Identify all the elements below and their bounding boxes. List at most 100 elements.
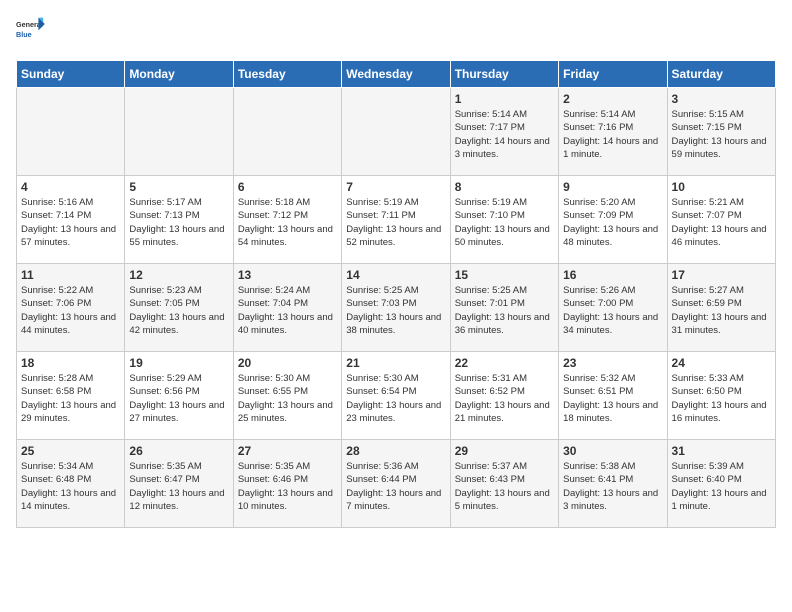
day-number: 28: [346, 444, 445, 458]
day-info: Sunrise: 5:33 AM Sunset: 6:50 PM Dayligh…: [672, 372, 771, 425]
calendar-cell: [17, 88, 125, 176]
svg-text:Blue: Blue: [16, 30, 32, 39]
day-number: 1: [455, 92, 554, 106]
day-number: 18: [21, 356, 120, 370]
day-number: 27: [238, 444, 337, 458]
day-number: 6: [238, 180, 337, 194]
day-info: Sunrise: 5:22 AM Sunset: 7:06 PM Dayligh…: [21, 284, 120, 337]
day-info: Sunrise: 5:30 AM Sunset: 6:54 PM Dayligh…: [346, 372, 445, 425]
day-number: 4: [21, 180, 120, 194]
day-info: Sunrise: 5:14 AM Sunset: 7:17 PM Dayligh…: [455, 108, 554, 161]
calendar-cell: 13Sunrise: 5:24 AM Sunset: 7:04 PM Dayli…: [233, 264, 341, 352]
day-number: 21: [346, 356, 445, 370]
day-info: Sunrise: 5:18 AM Sunset: 7:12 PM Dayligh…: [238, 196, 337, 249]
day-number: 12: [129, 268, 228, 282]
calendar-cell: [233, 88, 341, 176]
calendar-cell: 16 Sunrise: 5:26 AM Sunset: 7:00 PM Dayli…: [559, 264, 667, 352]
day-number: 30: [563, 444, 662, 458]
day-number: 3: [672, 92, 771, 106]
calendar-cell: 12 Sunrise: 5:23 AM Sunset: 7:05 PM Dayli…: [125, 264, 233, 352]
day-info: Sunrise: 5:36 AM Sunset: 6:44 PM Dayligh…: [346, 460, 445, 513]
calendar-cell: 27 Sunrise: 5:35 AM Sunset: 6:46 PM Dayli…: [233, 440, 341, 528]
calendar-cell: 11 Sunrise: 5:22 AM Sunset: 7:06 PM Dayli…: [17, 264, 125, 352]
day-number: 10: [672, 180, 771, 194]
logo-icon: GeneralBlue: [16, 16, 48, 48]
calendar-cell: 2 Sunrise: 5:14 AM Sunset: 7:16 PM Daylig…: [559, 88, 667, 176]
day-header-tuesday: Tuesday: [233, 61, 341, 88]
week-row-3: 11 Sunrise: 5:22 AM Sunset: 7:06 PM Dayli…: [17, 264, 776, 352]
calendar-cell: 20Sunrise: 5:30 AM Sunset: 6:55 PM Dayli…: [233, 352, 341, 440]
calendar-cell: 25Sunrise: 5:34 AM Sunset: 6:48 PM Dayli…: [17, 440, 125, 528]
day-info: Sunrise: 5:30 AM Sunset: 6:55 PM Dayligh…: [238, 372, 337, 425]
week-row-5: 25Sunrise: 5:34 AM Sunset: 6:48 PM Dayli…: [17, 440, 776, 528]
day-info: Sunrise: 5:23 AM Sunset: 7:05 PM Dayligh…: [129, 284, 228, 337]
calendar-cell: 31Sunrise: 5:39 AM Sunset: 6:40 PM Dayli…: [667, 440, 775, 528]
day-info: Sunrise: 5:34 AM Sunset: 6:48 PM Dayligh…: [21, 460, 120, 513]
day-number: 7: [346, 180, 445, 194]
day-info: Sunrise: 5:35 AM Sunset: 6:46 PM Dayligh…: [238, 460, 337, 513]
day-number: 23: [563, 356, 662, 370]
calendar-cell: [125, 88, 233, 176]
day-header-sunday: Sunday: [17, 61, 125, 88]
day-info: Sunrise: 5:15 AM Sunset: 7:15 PM Dayligh…: [672, 108, 771, 161]
day-info: Sunrise: 5:21 AM Sunset: 7:07 PM Dayligh…: [672, 196, 771, 249]
day-number: 19: [129, 356, 228, 370]
day-header-wednesday: Wednesday: [342, 61, 450, 88]
calendar-cell: 9 Sunrise: 5:20 AM Sunset: 7:09 PM Daylig…: [559, 176, 667, 264]
day-info: Sunrise: 5:17 AM Sunset: 7:13 PM Dayligh…: [129, 196, 228, 249]
day-info: Sunrise: 5:25 AM Sunset: 7:01 PM Dayligh…: [455, 284, 554, 337]
day-info: Sunrise: 5:25 AM Sunset: 7:03 PM Dayligh…: [346, 284, 445, 337]
day-info: Sunrise: 5:27 AM Sunset: 6:59 PM Dayligh…: [672, 284, 771, 337]
day-number: 31: [672, 444, 771, 458]
day-info: Sunrise: 5:19 AM Sunset: 7:11 PM Dayligh…: [346, 196, 445, 249]
day-number: 26: [129, 444, 228, 458]
calendar-cell: 18 Sunrise: 5:28 AM Sunset: 6:58 PM Dayli…: [17, 352, 125, 440]
day-header-monday: Monday: [125, 61, 233, 88]
calendar-cell: 22Sunrise: 5:31 AM Sunset: 6:52 PM Dayli…: [450, 352, 558, 440]
calendar-cell: 26 Sunrise: 5:35 AM Sunset: 6:47 PM Dayli…: [125, 440, 233, 528]
day-info: Sunrise: 5:28 AM Sunset: 6:58 PM Dayligh…: [21, 372, 120, 425]
day-info: Sunrise: 5:35 AM Sunset: 6:47 PM Dayligh…: [129, 460, 228, 513]
day-info: Sunrise: 5:37 AM Sunset: 6:43 PM Dayligh…: [455, 460, 554, 513]
page-header: GeneralBlue: [16, 16, 776, 48]
calendar-cell: 3 Sunrise: 5:15 AM Sunset: 7:15 PM Daylig…: [667, 88, 775, 176]
day-number: 9: [563, 180, 662, 194]
day-header-friday: Friday: [559, 61, 667, 88]
calendar-cell: 8Sunrise: 5:19 AM Sunset: 7:10 PM Daylig…: [450, 176, 558, 264]
day-info: Sunrise: 5:20 AM Sunset: 7:09 PM Dayligh…: [563, 196, 662, 249]
calendar-cell: 29 Sunrise: 5:37 AM Sunset: 6:43 PM Dayli…: [450, 440, 558, 528]
calendar-cell: 28 Sunrise: 5:36 AM Sunset: 6:44 PM Dayli…: [342, 440, 450, 528]
day-info: Sunrise: 5:38 AM Sunset: 6:41 PM Dayligh…: [563, 460, 662, 513]
calendar-cell: 1 Sunrise: 5:14 AM Sunset: 7:17 PM Daylig…: [450, 88, 558, 176]
calendar-cell: 30 Sunrise: 5:38 AM Sunset: 6:41 PM Dayli…: [559, 440, 667, 528]
calendar-cell: 15 Sunrise: 5:25 AM Sunset: 7:01 PM Dayli…: [450, 264, 558, 352]
calendar-cell: 10 Sunrise: 5:21 AM Sunset: 7:07 PM Dayli…: [667, 176, 775, 264]
day-info: Sunrise: 5:29 AM Sunset: 6:56 PM Dayligh…: [129, 372, 228, 425]
calendar-cell: 5 Sunrise: 5:17 AM Sunset: 7:13 PM Daylig…: [125, 176, 233, 264]
day-number: 14: [346, 268, 445, 282]
day-number: 2: [563, 92, 662, 106]
day-header-saturday: Saturday: [667, 61, 775, 88]
day-info: Sunrise: 5:14 AM Sunset: 7:16 PM Dayligh…: [563, 108, 662, 161]
day-info: Sunrise: 5:32 AM Sunset: 6:51 PM Dayligh…: [563, 372, 662, 425]
day-info: Sunrise: 5:19 AM Sunset: 7:10 PM Dayligh…: [455, 196, 554, 249]
day-info: Sunrise: 5:31 AM Sunset: 6:52 PM Dayligh…: [455, 372, 554, 425]
day-info: Sunrise: 5:16 AM Sunset: 7:14 PM Dayligh…: [21, 196, 120, 249]
day-info: Sunrise: 5:24 AM Sunset: 7:04 PM Dayligh…: [238, 284, 337, 337]
week-row-4: 18 Sunrise: 5:28 AM Sunset: 6:58 PM Dayli…: [17, 352, 776, 440]
calendar-cell: 6 Sunrise: 5:18 AM Sunset: 7:12 PM Daylig…: [233, 176, 341, 264]
day-number: 24: [672, 356, 771, 370]
calendar-cell: 7 Sunrise: 5:19 AM Sunset: 7:11 PM Daylig…: [342, 176, 450, 264]
calendar-cell: [342, 88, 450, 176]
day-info: Sunrise: 5:26 AM Sunset: 7:00 PM Dayligh…: [563, 284, 662, 337]
day-number: 15: [455, 268, 554, 282]
day-number: 11: [21, 268, 120, 282]
day-number: 16: [563, 268, 662, 282]
logo: GeneralBlue: [16, 16, 48, 48]
calendar-cell: 4 Sunrise: 5:16 AM Sunset: 7:14 PM Daylig…: [17, 176, 125, 264]
day-number: 5: [129, 180, 228, 194]
calendar-cell: 17 Sunrise: 5:27 AM Sunset: 6:59 PM Dayli…: [667, 264, 775, 352]
day-number: 29: [455, 444, 554, 458]
week-row-2: 4 Sunrise: 5:16 AM Sunset: 7:14 PM Daylig…: [17, 176, 776, 264]
day-number: 17: [672, 268, 771, 282]
